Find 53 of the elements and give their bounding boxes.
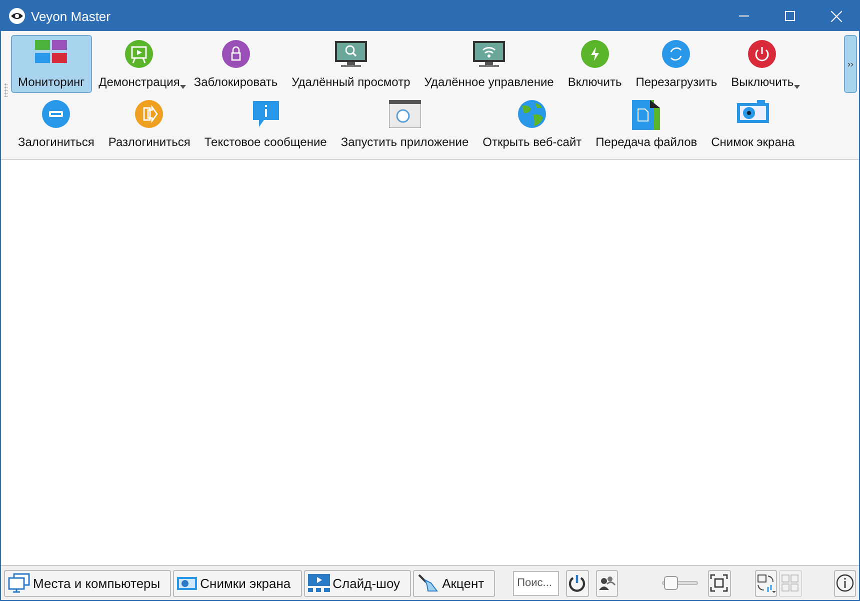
arrange-button[interactable] bbox=[754, 570, 778, 596]
lock-icon bbox=[222, 40, 250, 68]
toolbar-button[interactable]: Включить bbox=[560, 35, 629, 93]
users-button[interactable] bbox=[596, 570, 618, 596]
toolbar-button[interactable]: Демонстрация bbox=[92, 35, 187, 93]
extension-button[interactable]: ›› bbox=[844, 35, 857, 93]
eye-icon bbox=[9, 8, 25, 24]
login-icon bbox=[42, 100, 70, 128]
presentation-icon bbox=[125, 40, 154, 68]
panel-button[interactable]: Снимки экрана bbox=[173, 570, 302, 596]
toolbar-button[interactable]: Текстовое сообщение bbox=[197, 95, 334, 153]
grid-icon bbox=[35, 40, 68, 64]
toolbar-button[interactable]: Открыть веб-сайт bbox=[476, 95, 589, 153]
toolbar-button[interactable]: Залогиниться bbox=[11, 95, 102, 153]
panel-button[interactable]: Места и компьютеры bbox=[4, 570, 172, 596]
panel-button[interactable]: Акцент bbox=[413, 570, 496, 596]
maximize-icon bbox=[785, 11, 795, 21]
power-icon bbox=[748, 40, 776, 68]
monitor-wifi-icon bbox=[473, 40, 506, 68]
camera-icon bbox=[177, 575, 198, 591]
info-button[interactable] bbox=[834, 570, 856, 596]
slideshow-icon bbox=[308, 574, 330, 592]
lightning-icon bbox=[580, 40, 609, 68]
camera-icon bbox=[736, 100, 769, 124]
message-icon bbox=[252, 100, 280, 128]
slider-thumb[interactable] bbox=[664, 576, 678, 590]
toolbar-button[interactable]: Удалённый просмотр bbox=[284, 35, 418, 93]
toolbar-button[interactable]: Снимок экрана bbox=[704, 95, 802, 153]
close-icon bbox=[830, 10, 842, 22]
toolbar-button[interactable]: Удалённое управление bbox=[417, 35, 561, 93]
toolbar-button[interactable]: Выключить bbox=[724, 35, 801, 93]
monitor-search-icon bbox=[334, 40, 367, 68]
globe-icon bbox=[518, 100, 546, 128]
window-title: Veyon Master bbox=[31, 8, 112, 24]
search-field[interactable]: Поис... bbox=[513, 570, 560, 596]
logout-icon bbox=[135, 100, 164, 128]
refresh-icon bbox=[662, 40, 690, 68]
toolbar-button[interactable]: Мониторинг bbox=[11, 35, 92, 93]
users-icon bbox=[598, 575, 616, 591]
spotlight-icon bbox=[417, 573, 440, 593]
file-icon bbox=[632, 100, 660, 130]
toolbar-button[interactable]: Заблокировать bbox=[186, 35, 285, 93]
toolbar-button[interactable]: Передача файлов bbox=[588, 95, 704, 153]
app-window-icon bbox=[388, 100, 421, 128]
toolbar-button[interactable]: Запустить приложение bbox=[334, 95, 476, 153]
toolbar-button[interactable]: Разлогиниться bbox=[101, 95, 198, 153]
fit-button[interactable] bbox=[708, 570, 731, 596]
toolbar-grip[interactable] bbox=[4, 83, 8, 97]
toolbar-button[interactable]: Перезагрузить bbox=[628, 35, 724, 93]
power-button[interactable] bbox=[566, 570, 589, 596]
monitors-icon bbox=[8, 573, 30, 593]
zoom-slider[interactable] bbox=[662, 576, 698, 590]
panel-button[interactable]: Слайд-шоу bbox=[304, 570, 412, 596]
